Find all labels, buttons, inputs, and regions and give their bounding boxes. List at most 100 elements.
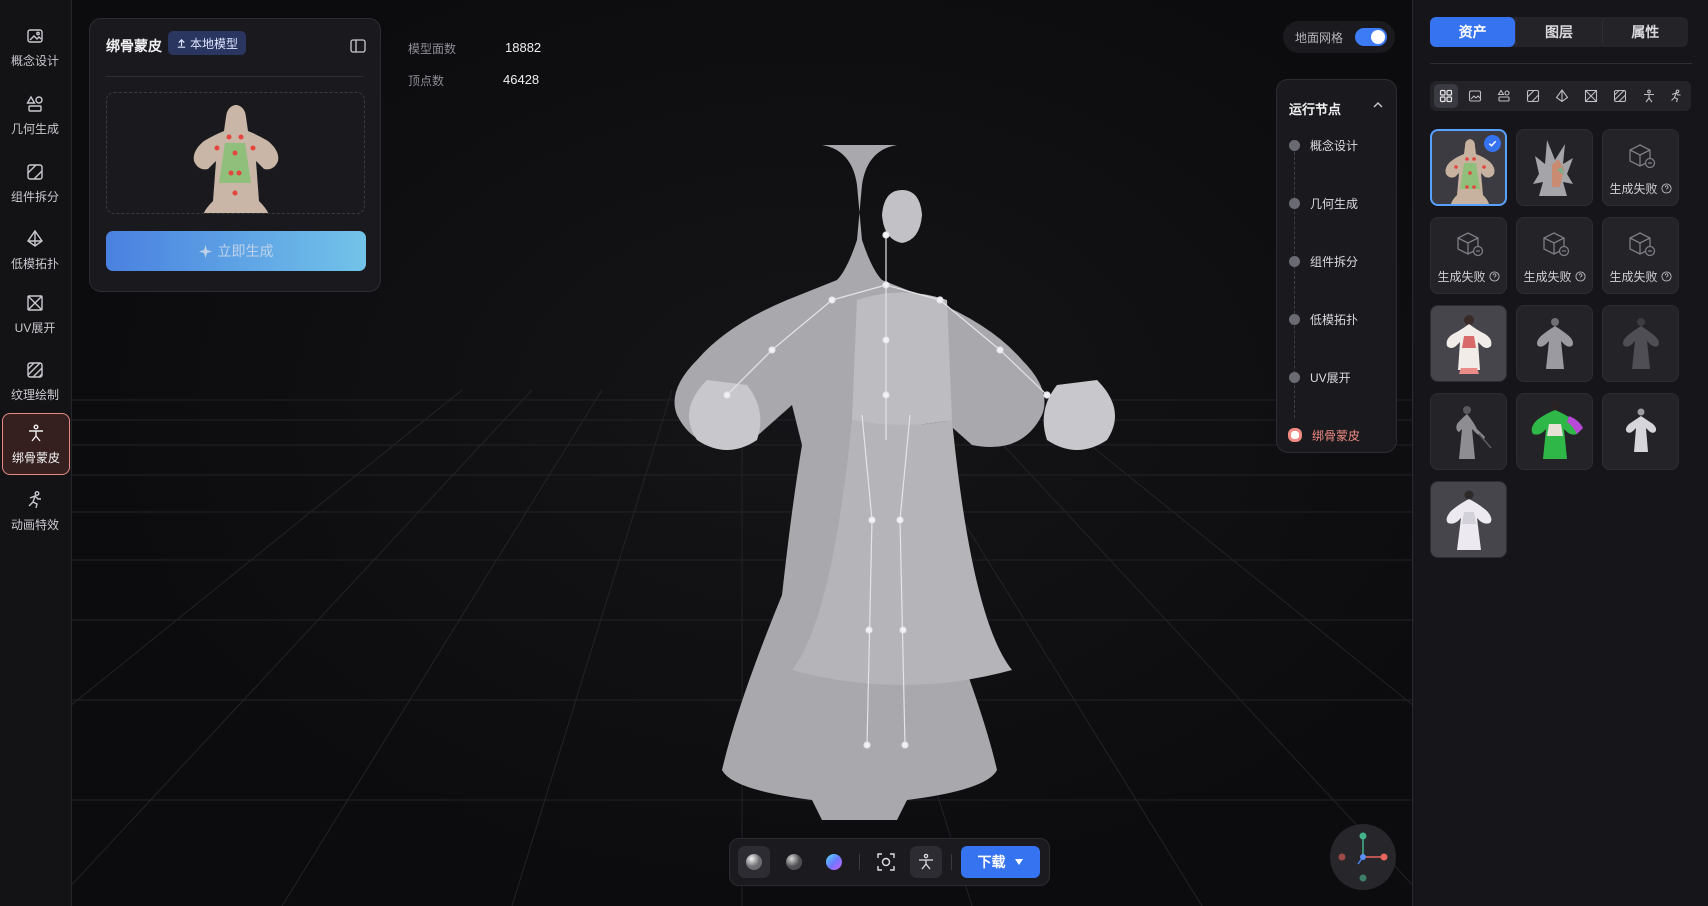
run-node-label: 组件拆分 xyxy=(1310,254,1359,269)
filter-rigging[interactable] xyxy=(1637,84,1661,108)
filter-uv[interactable] xyxy=(1579,84,1603,108)
run-node[interactable]: 组件拆分 xyxy=(1289,253,1358,269)
ground-grid-label: 地面网格 xyxy=(1295,30,1344,45)
asset-preview xyxy=(1533,140,1573,196)
asset-thumbnail[interactable] xyxy=(1602,393,1679,470)
filter-texture[interactable] xyxy=(1608,84,1632,108)
filter-all[interactable] xyxy=(1434,84,1458,108)
local-model-badge[interactable]: 本地模型 xyxy=(168,31,247,55)
matte-shading-button[interactable] xyxy=(778,846,810,878)
help-circle-icon[interactable] xyxy=(1660,183,1672,194)
filter-split[interactable] xyxy=(1521,84,1545,108)
rig-figure-icon xyxy=(29,424,43,441)
filter-animation[interactable] xyxy=(1664,84,1688,108)
running-figure-icon xyxy=(28,490,41,508)
filter-low-poly[interactable] xyxy=(1550,84,1574,108)
asset-thumbnail[interactable] xyxy=(1430,393,1507,470)
model-thumbnail xyxy=(193,105,279,215)
run-node-current[interactable]: 绑骨蒙皮 xyxy=(1288,427,1360,443)
ground-grid-switch[interactable] xyxy=(1355,28,1387,46)
asset-failed[interactable]: 生成失败 xyxy=(1430,217,1507,294)
filter-concept[interactable] xyxy=(1463,84,1487,108)
asset-preview xyxy=(1537,318,1573,369)
viewport-toolbar: 下载 xyxy=(729,838,1050,886)
sidebar-item-geometry[interactable]: 几何生成 xyxy=(2,85,68,145)
selected-check-icon xyxy=(1484,135,1501,152)
failed-cube-icon xyxy=(1629,144,1656,169)
sidebar-item-label: 组件拆分 xyxy=(10,189,59,204)
axes-icon xyxy=(1338,832,1388,882)
help-circle-icon[interactable] xyxy=(1574,271,1586,282)
failed-label: 生成失败 xyxy=(1437,270,1486,284)
sidebar-item-concept-design[interactable]: 概念设计 xyxy=(2,17,68,77)
failed-cube-icon xyxy=(1543,232,1570,257)
tab-properties[interactable]: 属性 xyxy=(1601,17,1688,47)
failed-label-row: 生成失败 xyxy=(1517,268,1592,285)
download-button[interactable]: 下载 xyxy=(961,846,1040,878)
asset-failed[interactable]: 生成失败 xyxy=(1516,217,1593,294)
help-circle-icon[interactable] xyxy=(1488,271,1500,282)
run-node-label: 概念设计 xyxy=(1310,138,1359,153)
clay-sphere-icon xyxy=(746,854,762,870)
asset-preview xyxy=(1625,408,1657,452)
shapes-icon xyxy=(26,95,43,112)
pyramid-icon xyxy=(1555,89,1569,103)
right-panel-tabs: 资产 图层 属性 xyxy=(1430,17,1688,47)
split-icon xyxy=(27,163,43,180)
faces-value: 18882 xyxy=(505,40,542,55)
chevron-up-icon[interactable] xyxy=(1372,99,1384,111)
model-preview[interactable] xyxy=(106,92,365,215)
asset-thumbnail[interactable] xyxy=(1430,129,1507,206)
asset-thumbnail[interactable] xyxy=(1602,305,1679,382)
tab-assets[interactable]: 资产 xyxy=(1430,17,1516,47)
right-panel: 资产 图层 属性 生成失败 生成失败 生成失败 生成失败 xyxy=(1412,0,1708,906)
asset-thumbnail[interactable] xyxy=(1516,305,1593,382)
caret-down-icon xyxy=(1014,859,1023,865)
run-node[interactable]: 几何生成 xyxy=(1289,195,1358,211)
run-node[interactable]: 概念设计 xyxy=(1289,137,1358,153)
sidebar-item-animation[interactable]: 动画特效 xyxy=(2,481,68,541)
normal-sphere-icon xyxy=(826,854,842,870)
help-circle-icon[interactable] xyxy=(1660,271,1672,282)
asset-failed[interactable]: 生成失败 xyxy=(1602,129,1679,206)
character-model xyxy=(674,145,1115,820)
orientation-gizmo[interactable] xyxy=(1330,824,1396,890)
generate-now-button[interactable]: 立即生成 xyxy=(106,231,366,271)
generate-now-label: 立即生成 xyxy=(217,243,274,259)
tab-layers[interactable]: 图层 xyxy=(1515,17,1601,47)
asset-preview xyxy=(1623,318,1659,369)
asset-thumbnail[interactable] xyxy=(1516,393,1593,470)
uv-icon xyxy=(27,294,43,311)
filter-geometry[interactable] xyxy=(1492,84,1516,108)
failed-cube-icon xyxy=(1457,232,1484,257)
running-figure-icon xyxy=(1671,89,1681,103)
skeleton-toggle-button[interactable] xyxy=(910,846,942,878)
sidebar-item-low-poly[interactable]: 低模拓扑 xyxy=(2,220,68,280)
download-label: 下载 xyxy=(977,854,1006,870)
asset-failed[interactable]: 生成失败 xyxy=(1602,217,1679,294)
sidebar-item-rigging[interactable]: 绑骨蒙皮 xyxy=(2,413,70,475)
asset-thumbnail[interactable] xyxy=(1430,481,1507,558)
run-node[interactable]: UV展开 xyxy=(1289,369,1351,385)
run-node-label: 低模拓扑 xyxy=(1310,312,1359,327)
asset-thumbnail[interactable] xyxy=(1516,129,1593,206)
switch-knob xyxy=(1371,30,1385,44)
shapes-icon xyxy=(1497,89,1510,102)
sidebar-collapse-icon[interactable] xyxy=(350,39,366,53)
asset-preview xyxy=(1531,401,1583,459)
sidebar-item-uv-unwrap[interactable]: UV展开 xyxy=(2,284,68,344)
frame-focus-button[interactable] xyxy=(870,846,902,878)
asset-thumbnail[interactable] xyxy=(1430,305,1507,382)
run-node[interactable]: 低模拓扑 xyxy=(1289,311,1358,327)
panel-title: 绑骨蒙皮 xyxy=(106,38,162,54)
clay-shading-button[interactable] xyxy=(738,846,770,878)
run-nodes-title: 运行节点 xyxy=(1289,102,1342,117)
sidebar-item-texture[interactable]: 纹理绘制 xyxy=(2,351,68,411)
sidebar-item-label: 低模拓扑 xyxy=(10,256,59,271)
vertices-value: 46428 xyxy=(503,72,540,87)
toolbar-separator xyxy=(859,854,860,870)
sidebar-item-component-split[interactable]: 组件拆分 xyxy=(2,153,68,213)
node-status-dot xyxy=(1289,313,1300,325)
normal-shading-button[interactable] xyxy=(818,846,850,878)
sidebar-item-label: 动画特效 xyxy=(10,517,59,532)
